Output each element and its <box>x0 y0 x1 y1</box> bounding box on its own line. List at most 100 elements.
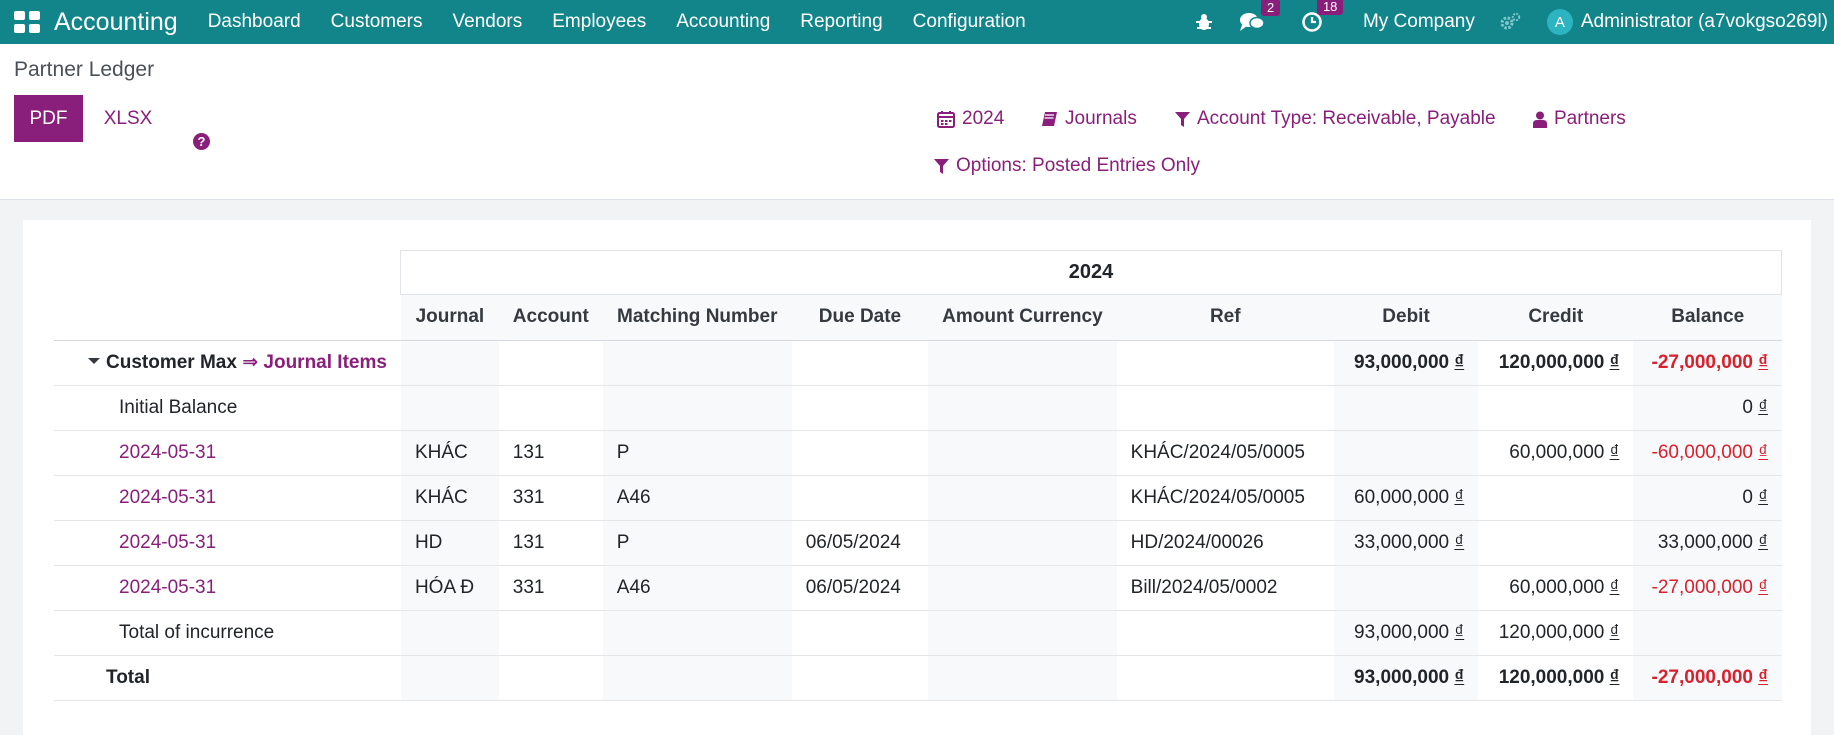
debug-bug-icon[interactable] <box>1195 13 1213 31</box>
partner-balance-cell: -27,000,000 ₫ <box>1633 340 1782 386</box>
journals-filter[interactable]: Journals <box>1041 108 1137 130</box>
total-incurrence-row: Total of incurrence 93,000,000 ₫ 120,000… <box>54 610 1782 656</box>
partner-credit-cell: 120,000,000 ₫ <box>1478 340 1634 386</box>
line-credit: 60,000,000 ₫ <box>1478 430 1634 476</box>
ref-column-header[interactable]: Ref <box>1116 295 1334 341</box>
menu-customers[interactable]: Customers <box>331 11 423 33</box>
account-type-filter[interactable]: Account Type: Receivable, Payable <box>1175 108 1496 130</box>
line-amount-currency <box>928 430 1117 476</box>
line-date-link[interactable]: 2024-05-31 <box>54 520 401 566</box>
debit-column-header[interactable]: Debit <box>1333 295 1479 341</box>
menu-reporting[interactable]: Reporting <box>800 11 882 33</box>
line-journal: HD <box>400 520 499 566</box>
line-account: 131 <box>498 430 603 476</box>
balance-column-header[interactable]: Balance <box>1633 295 1782 341</box>
line-ref: KHÁC/2024/05/0005 <box>1116 475 1334 521</box>
filter-funnel-icon <box>934 158 949 174</box>
total-incurrence-debit: 93,000,000 ₫ <box>1333 610 1479 656</box>
help-question-icon[interactable]: ? <box>193 133 210 150</box>
grand-total-row: Total 93,000,000 ₫ 120,000,000 ₫ -27,000… <box>54 655 1782 701</box>
line-account: 331 <box>498 475 603 521</box>
matching-number-column-header[interactable]: Matching Number <box>602 295 792 341</box>
line-balance: 0 ₫ <box>1633 475 1782 521</box>
apps-menu-icon[interactable] <box>14 11 40 33</box>
line-due-date <box>791 430 929 476</box>
line-due-date: 06/05/2024 <box>791 520 929 566</box>
xlsx-export-button[interactable]: XLSX <box>98 95 158 142</box>
top-navbar: Accounting Dashboard Customers Vendors E… <box>0 0 1834 44</box>
grand-total-debit: 93,000,000 ₫ <box>1333 655 1479 701</box>
line-matching: P <box>602 430 792 476</box>
messages-badge: 2 <box>1260 0 1281 16</box>
user-menu[interactable]: Administrator (a7vokgso269l) <box>1581 11 1828 33</box>
line-journal: HÓA Đ <box>400 565 499 611</box>
line-amount-currency <box>928 475 1117 521</box>
partner-name: Customer Max <box>106 352 237 373</box>
line-date-link[interactable]: 2024-05-31 <box>54 430 401 476</box>
ledger-line-row[interactable]: 2024-05-31 KHÁC 131 P KHÁC/2024/05/0005 … <box>54 430 1782 476</box>
user-avatar[interactable]: A <box>1546 9 1573 35</box>
partner-ledger-table: Journal Account Matching Number Due Date… <box>54 295 1782 701</box>
credit-column-header[interactable]: Credit <box>1478 295 1634 341</box>
pdf-export-button[interactable]: PDF <box>14 95 83 142</box>
partners-filter[interactable]: Partners <box>1533 108 1626 130</box>
activities-clock-icon[interactable]: 18 <box>1301 0 1344 33</box>
line-balance: 33,000,000 ₫ <box>1633 520 1782 566</box>
line-balance: -27,000,000 ₫ <box>1633 565 1782 611</box>
partner-debit-cell: 93,000,000 ₫ <box>1333 340 1479 386</box>
journal-items-arrow[interactable]: ⇒ <box>242 352 258 373</box>
line-date-link[interactable]: 2024-05-31 <box>54 565 401 611</box>
user-icon <box>1533 111 1547 128</box>
line-credit: 60,000,000 ₫ <box>1478 565 1634 611</box>
name-column-header <box>54 295 401 341</box>
initial-balance-label: Initial Balance <box>54 385 401 431</box>
line-amount-currency <box>928 520 1117 566</box>
initial-balance-row: Initial Balance 0 ₫ <box>54 385 1782 431</box>
line-ref: Bill/2024/05/0002 <box>1116 565 1334 611</box>
line-matching: P <box>602 520 792 566</box>
ledger-line-row[interactable]: 2024-05-31 KHÁC 331 A46 KHÁC/2024/05/000… <box>54 475 1782 521</box>
breadcrumb: Partner Ledger <box>14 58 155 81</box>
line-date-link[interactable]: 2024-05-31 <box>54 475 401 521</box>
menu-dashboard[interactable]: Dashboard <box>208 11 301 33</box>
journal-column-header[interactable]: Journal <box>400 295 499 341</box>
due-date-column-header[interactable]: Due Date <box>791 295 929 341</box>
partner-name-cell[interactable]: Customer Max ⇒ Journal Items <box>54 340 401 386</box>
date-filter[interactable]: 2024 <box>937 108 1004 130</box>
line-account: 131 <box>498 520 603 566</box>
line-journal: KHÁC <box>400 430 499 476</box>
book-icon <box>1042 111 1057 126</box>
line-debit: 60,000,000 ₫ <box>1333 475 1479 521</box>
line-amount-currency <box>928 565 1117 611</box>
date-filter-label: 2024 <box>962 108 1005 129</box>
line-ref: KHÁC/2024/05/0005 <box>1116 430 1334 476</box>
settings-gears-icon[interactable] <box>1499 12 1521 32</box>
menu-configuration[interactable]: Configuration <box>913 11 1026 33</box>
partner-row[interactable]: Customer Max ⇒ Journal Items 93,000,000 … <box>54 340 1782 386</box>
total-incurrence-credit: 120,000,000 ₫ <box>1478 610 1634 656</box>
ledger-line-row[interactable]: 2024-05-31 HÓA Đ 331 A46 06/05/2024 Bill… <box>54 565 1782 611</box>
grand-total-balance: -27,000,000 ₫ <box>1633 655 1782 701</box>
menu-accounting[interactable]: Accounting <box>676 11 770 33</box>
menu-employees[interactable]: Employees <box>552 11 646 33</box>
journals-filter-label: Journals <box>1065 108 1137 129</box>
company-switcher[interactable]: My Company <box>1363 11 1475 33</box>
app-brand[interactable]: Accounting <box>54 8 178 37</box>
line-ref: HD/2024/00026 <box>1116 520 1334 566</box>
options-filter[interactable]: Options: Posted Entries Only <box>934 155 1200 177</box>
messages-icon[interactable]: 2 <box>1239 0 1281 32</box>
menu-vendors[interactable]: Vendors <box>453 11 523 33</box>
partners-filter-label: Partners <box>1554 108 1626 129</box>
grand-total-label: Total <box>54 655 401 701</box>
line-account: 331 <box>498 565 603 611</box>
caret-down-icon[interactable] <box>88 357 100 364</box>
line-matching: A46 <box>602 565 792 611</box>
journal-items-link[interactable]: Journal Items <box>263 352 387 373</box>
period-column-header: 2024 <box>400 250 1782 295</box>
amount-currency-column-header[interactable]: Amount Currency <box>928 295 1117 341</box>
line-debit <box>1333 430 1479 476</box>
line-due-date <box>791 475 929 521</box>
calendar-icon <box>937 111 955 128</box>
account-column-header[interactable]: Account <box>498 295 603 341</box>
ledger-line-row[interactable]: 2024-05-31 HD 131 P 06/05/2024 HD/2024/0… <box>54 520 1782 566</box>
